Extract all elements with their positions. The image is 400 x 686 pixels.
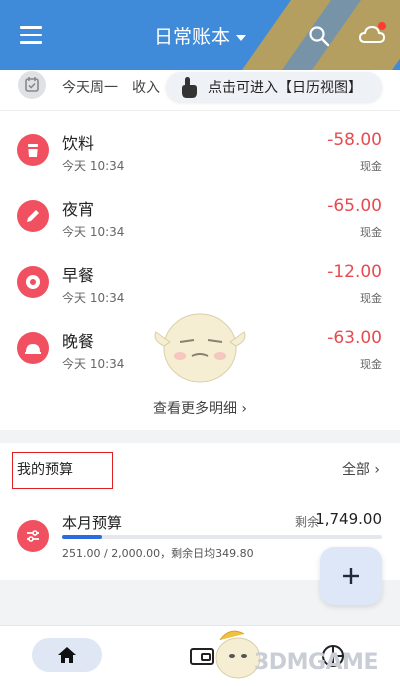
transaction-account: 现金 [360,292,382,305]
transaction-row[interactable]: 夜宵 今天 10:34 -65.00 现金 [0,188,400,254]
transaction-name: 夜宵 [62,200,95,219]
tooltip-text: 点击可进入【日历视图】 [208,80,362,96]
pencil-icon [17,200,49,232]
tap-hand-icon [182,77,197,98]
calendar-icon [18,71,46,99]
mascot-illustration [154,313,246,383]
plus-icon [343,568,359,584]
caret-down-icon [236,34,246,41]
transaction-name: 晚餐 [62,332,95,351]
summary-text: 今天周一 收入 [62,77,160,97]
transaction-amount: -12.00 [327,262,382,282]
ledger-switcher[interactable]: 日常账本 [0,22,400,49]
search-icon[interactable] [307,24,331,48]
dish-icon [17,332,49,364]
transaction-time: 今天 10:34 [62,357,125,371]
page-title: 日常账本 [153,26,230,48]
budget-name: 本月预算 [62,514,123,532]
calendar-view-tooltip[interactable]: 点击可进入【日历视图】 [166,72,382,102]
transaction-name: 早餐 [62,266,95,285]
income-label: 收入 [132,80,160,96]
sliders-icon [17,520,49,552]
transaction-time: 今天 10:34 [62,225,125,239]
donut-icon [17,266,49,298]
cloud-sync-button[interactable] [358,22,386,48]
home-icon [58,647,76,663]
transaction-amount: -63.00 [327,328,382,348]
cup-icon [17,134,49,166]
transaction-row[interactable]: 饮料 今天 10:34 -58.00 现金 [0,122,400,188]
budget-progress-bar [62,535,382,539]
nav-home[interactable] [32,638,102,672]
transaction-amount: -65.00 [327,196,382,216]
budget-section-title: 我的预算 [17,462,73,478]
transaction-name: 饮料 [62,134,95,153]
watermark-text: 3DMGAME [254,650,378,675]
budget-detail: 251.00 / 2,000.00，剩余日均349.80 [62,547,254,560]
day-label: 今天周一 [62,80,118,96]
notification-dot [378,22,386,30]
app-bar: 日常账本 [0,0,400,70]
budget-progress-fill [62,535,103,539]
transaction-account: 现金 [360,226,382,239]
transaction-amount: -58.00 [327,130,382,150]
view-more-details-link[interactable]: 查看更多明细 › [0,398,400,418]
transaction-time: 今天 10:34 [62,159,125,173]
budget-all-link[interactable]: 全部 › [342,459,380,479]
transaction-account: 现金 [360,358,382,371]
divider [0,110,400,111]
add-record-button[interactable] [320,547,382,605]
transaction-time: 今天 10:34 [62,291,125,305]
budget-remaining-value: 1,749.00 [315,510,382,528]
transaction-account: 现金 [360,160,382,173]
